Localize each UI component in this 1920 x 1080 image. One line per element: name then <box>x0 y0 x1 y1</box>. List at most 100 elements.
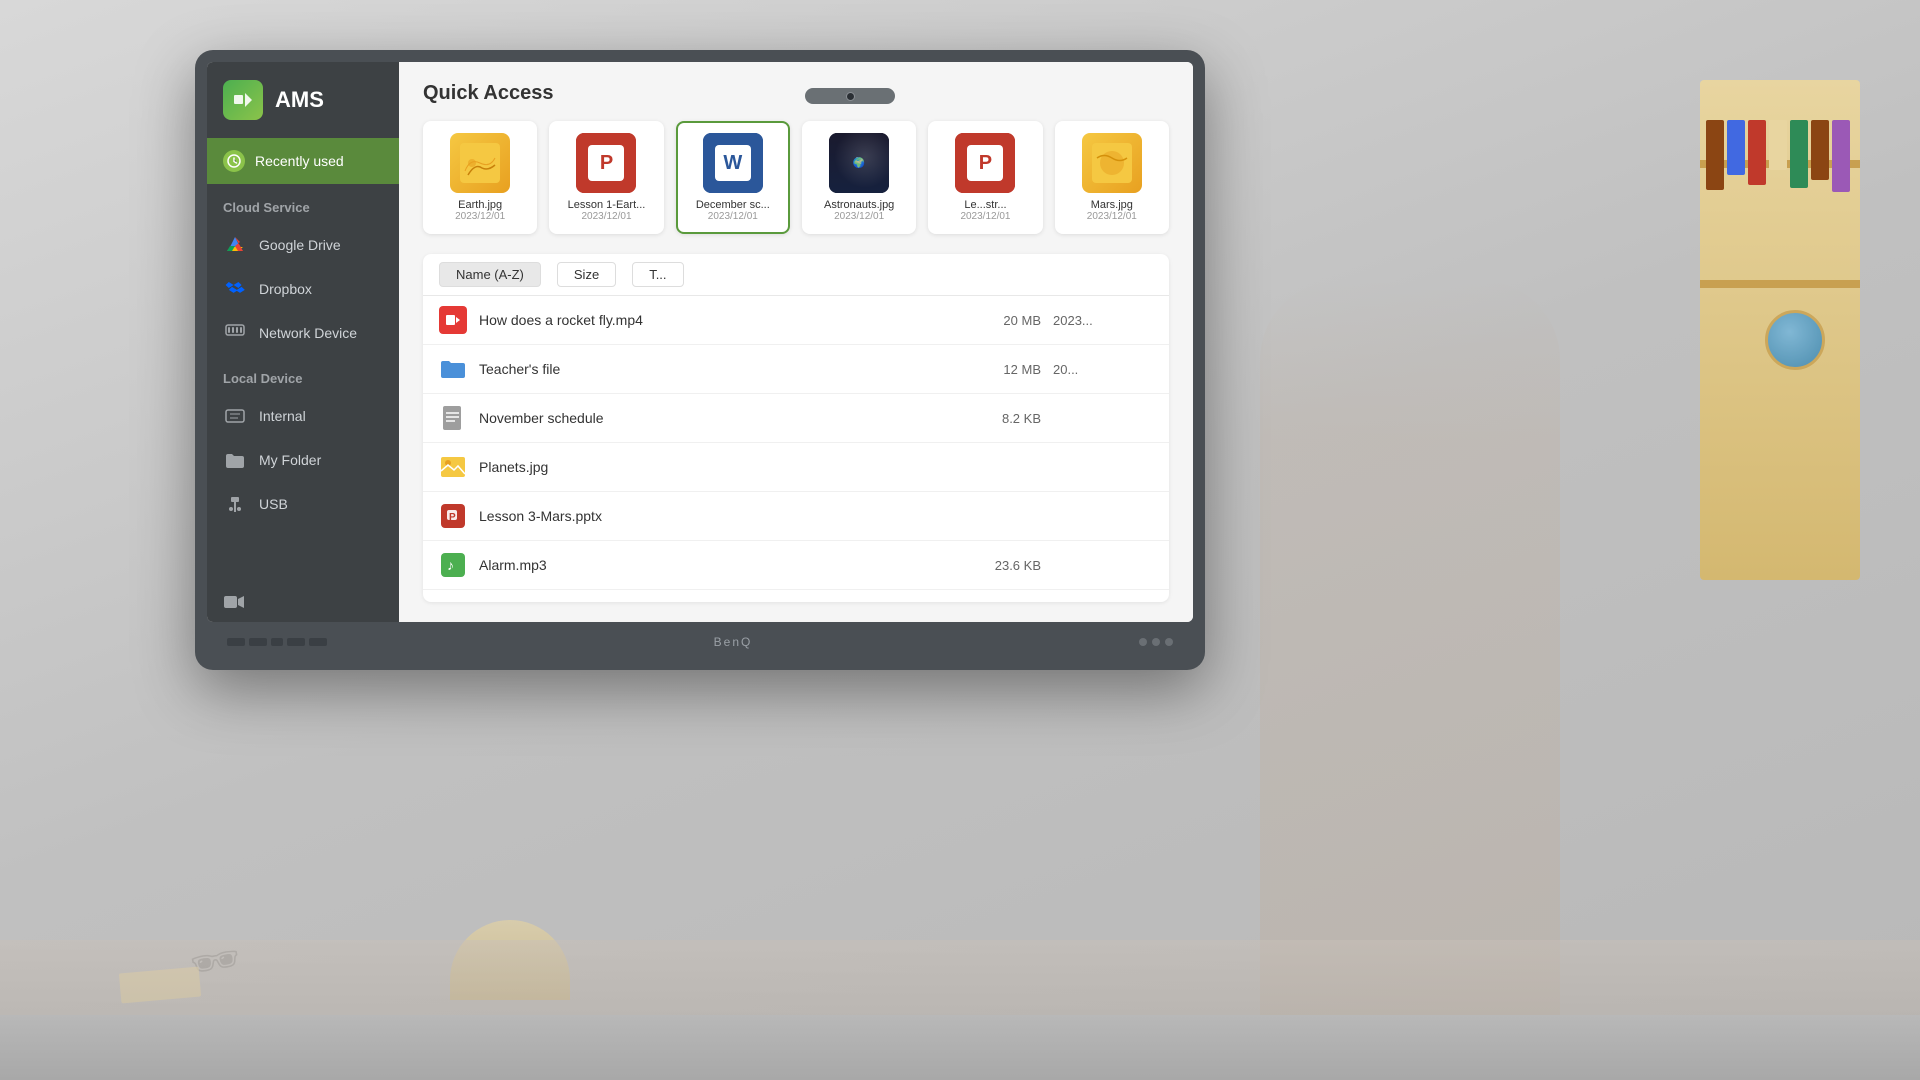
thumb-december-name: December sc... <box>688 199 778 211</box>
thumb-lesson1-name: Lesson 1-Eart... <box>561 199 651 211</box>
doc-file-icon <box>439 404 467 432</box>
sidebar-item-usb[interactable]: USB <box>207 482 399 526</box>
indicator-dot-1 <box>1139 638 1147 646</box>
main-content: Quick Access Earth.jpg <box>399 62 1193 622</box>
local-device-section-title: Local Device <box>207 355 399 394</box>
folder-icon <box>223 448 247 472</box>
indicator-dot-3 <box>1165 638 1173 646</box>
monitor-indicator-dots <box>1139 638 1173 646</box>
monitor-bottom-bar: BenQ <box>207 622 1193 662</box>
dropbox-icon <box>223 277 247 301</box>
port-2 <box>249 638 267 646</box>
bottom-video-icon[interactable] <box>223 594 383 610</box>
file-name-planets: Planets.jpg <box>479 459 949 475</box>
file-row-lesson3-mars[interactable]: P Lesson 3-Mars.pptx <box>423 492 1169 541</box>
file-date-teachers-file: 20... <box>1053 362 1153 377</box>
monitor-brand-label: BenQ <box>714 635 753 649</box>
thumb-december-date: 2023/12/01 <box>708 211 758 222</box>
svg-text:P: P <box>449 512 456 523</box>
file-row-teachers-file[interactable]: Teacher's file 12 MB 20... <box>423 345 1169 394</box>
thumb-word-icon: W <box>703 133 763 193</box>
port-4 <box>287 638 305 646</box>
svg-text:♪: ♪ <box>447 557 454 573</box>
thumb-lesson2-date: 2023/12/01 <box>960 211 1010 222</box>
webcam-lens <box>846 92 855 101</box>
file-name-november-schedule: November schedule <box>479 410 949 426</box>
sidebar: AMS Recently used Cloud Service <box>207 62 399 622</box>
video-file-icon <box>439 306 467 334</box>
sidebar-item-internal-label: Internal <box>259 408 306 424</box>
thumb-earth-date: 2023/12/01 <box>455 211 505 222</box>
thumb-lesson2-icon: P <box>955 133 1015 193</box>
monitor-frame: AMS Recently used Cloud Service <box>195 50 1205 670</box>
monitor-ports <box>227 638 327 646</box>
thumb-earth-icon <box>450 133 510 193</box>
sort-by-name-button[interactable]: Name (A-Z) <box>439 262 541 287</box>
file-row-alarm[interactable]: ♪ Alarm.mp3 23.6 KB <box>423 541 1169 590</box>
file-row-november-schedule[interactable]: November schedule 8.2 KB <box>423 394 1169 443</box>
thumb-lesson1-date: 2023/12/01 <box>581 211 631 222</box>
google-drive-icon <box>223 233 247 257</box>
ams-header: AMS <box>207 62 399 138</box>
file-name-teachers-file: Teacher's file <box>479 361 949 377</box>
books-decoration <box>1706 120 1850 192</box>
file-size-teachers-file: 12 MB <box>961 362 1041 377</box>
image-file-icon <box>439 453 467 481</box>
clock-icon <box>223 150 245 172</box>
file-size-video: 20 MB <box>961 313 1041 328</box>
file-list-header: Name (A-Z) Size T... <box>423 254 1169 296</box>
thumb-mars-date: 2023/12/01 <box>1087 211 1137 222</box>
thumb-lesson1-icon: P <box>576 133 636 193</box>
thumb-lesson2-name: Le...str... <box>940 199 1030 211</box>
internal-storage-icon <box>223 404 247 428</box>
ams-title: AMS <box>275 87 324 113</box>
floor <box>0 1015 1920 1080</box>
port-5 <box>309 638 327 646</box>
ams-icon <box>223 80 263 120</box>
quick-access-row: Earth.jpg 2023/12/01 P Lesson 1-Eart... … <box>423 121 1169 234</box>
sidebar-item-usb-label: USB <box>259 496 288 512</box>
file-size-november-schedule: 8.2 KB <box>961 411 1041 426</box>
file-name-alarm: Alarm.mp3 <box>479 557 949 573</box>
thumb-lesson2[interactable]: P Le...str... 2023/12/01 <box>928 121 1042 234</box>
thumb-mars-name: Mars.jpg <box>1067 199 1157 211</box>
file-row-video[interactable]: How does a rocket fly.mp4 20 MB 2023... <box>423 296 1169 345</box>
globe-decor <box>1765 310 1825 370</box>
sidebar-item-google-drive-label: Google Drive <box>259 237 341 253</box>
thumb-astronauts[interactable]: 🌍 Astronauts.jpg 2023/12/01 <box>802 121 916 234</box>
sidebar-item-internal[interactable]: Internal <box>207 394 399 438</box>
sidebar-item-dropbox[interactable]: Dropbox <box>207 267 399 311</box>
thumb-december-schedule[interactable]: W December sc... 2023/12/01 <box>676 121 790 234</box>
thumb-mars[interactable]: Mars.jpg 2023/12/01 <box>1055 121 1169 234</box>
sidebar-item-my-folder[interactable]: My Folder <box>207 438 399 482</box>
sidebar-item-google-drive[interactable]: Google Drive <box>207 223 399 267</box>
sidebar-item-network-device[interactable]: Network Device <box>207 311 399 355</box>
file-name-lesson3-mars: Lesson 3-Mars.pptx <box>479 508 949 524</box>
port-1 <box>227 638 245 646</box>
network-device-icon <box>223 321 247 345</box>
recently-used-label: Recently used <box>255 153 344 169</box>
quick-access-title: Quick Access <box>423 82 1169 105</box>
sidebar-item-dropbox-label: Dropbox <box>259 281 312 297</box>
sidebar-item-recently-used[interactable]: Recently used <box>207 138 399 184</box>
webcam <box>805 88 895 104</box>
sidebar-item-network-device-label: Network Device <box>259 325 357 341</box>
desk-surface <box>0 940 1920 1020</box>
port-3 <box>271 638 283 646</box>
file-name-video: How does a rocket fly.mp4 <box>479 312 949 328</box>
sort-by-type-button[interactable]: T... <box>632 262 683 287</box>
thumb-astronauts-date: 2023/12/01 <box>834 211 884 222</box>
thumb-earth-jpg[interactable]: Earth.jpg 2023/12/01 <box>423 121 537 234</box>
thumb-mars-icon <box>1082 133 1142 193</box>
file-row-planets[interactable]: Planets.jpg <box>423 443 1169 492</box>
thumb-astronauts-icon: 🌍 <box>829 133 889 193</box>
thumb-lesson1[interactable]: P Lesson 1-Eart... 2023/12/01 <box>549 121 663 234</box>
ppt-file-icon: P <box>439 502 467 530</box>
monitor-screen: AMS Recently used Cloud Service <box>207 62 1193 622</box>
sort-by-size-button[interactable]: Size <box>557 262 616 287</box>
thumb-earth-name: Earth.jpg <box>435 199 525 211</box>
file-date-video: 2023... <box>1053 313 1153 328</box>
indicator-dot-2 <box>1152 638 1160 646</box>
folder-file-icon <box>439 355 467 383</box>
file-list: Name (A-Z) Size T... How does a rocket f… <box>423 254 1169 602</box>
